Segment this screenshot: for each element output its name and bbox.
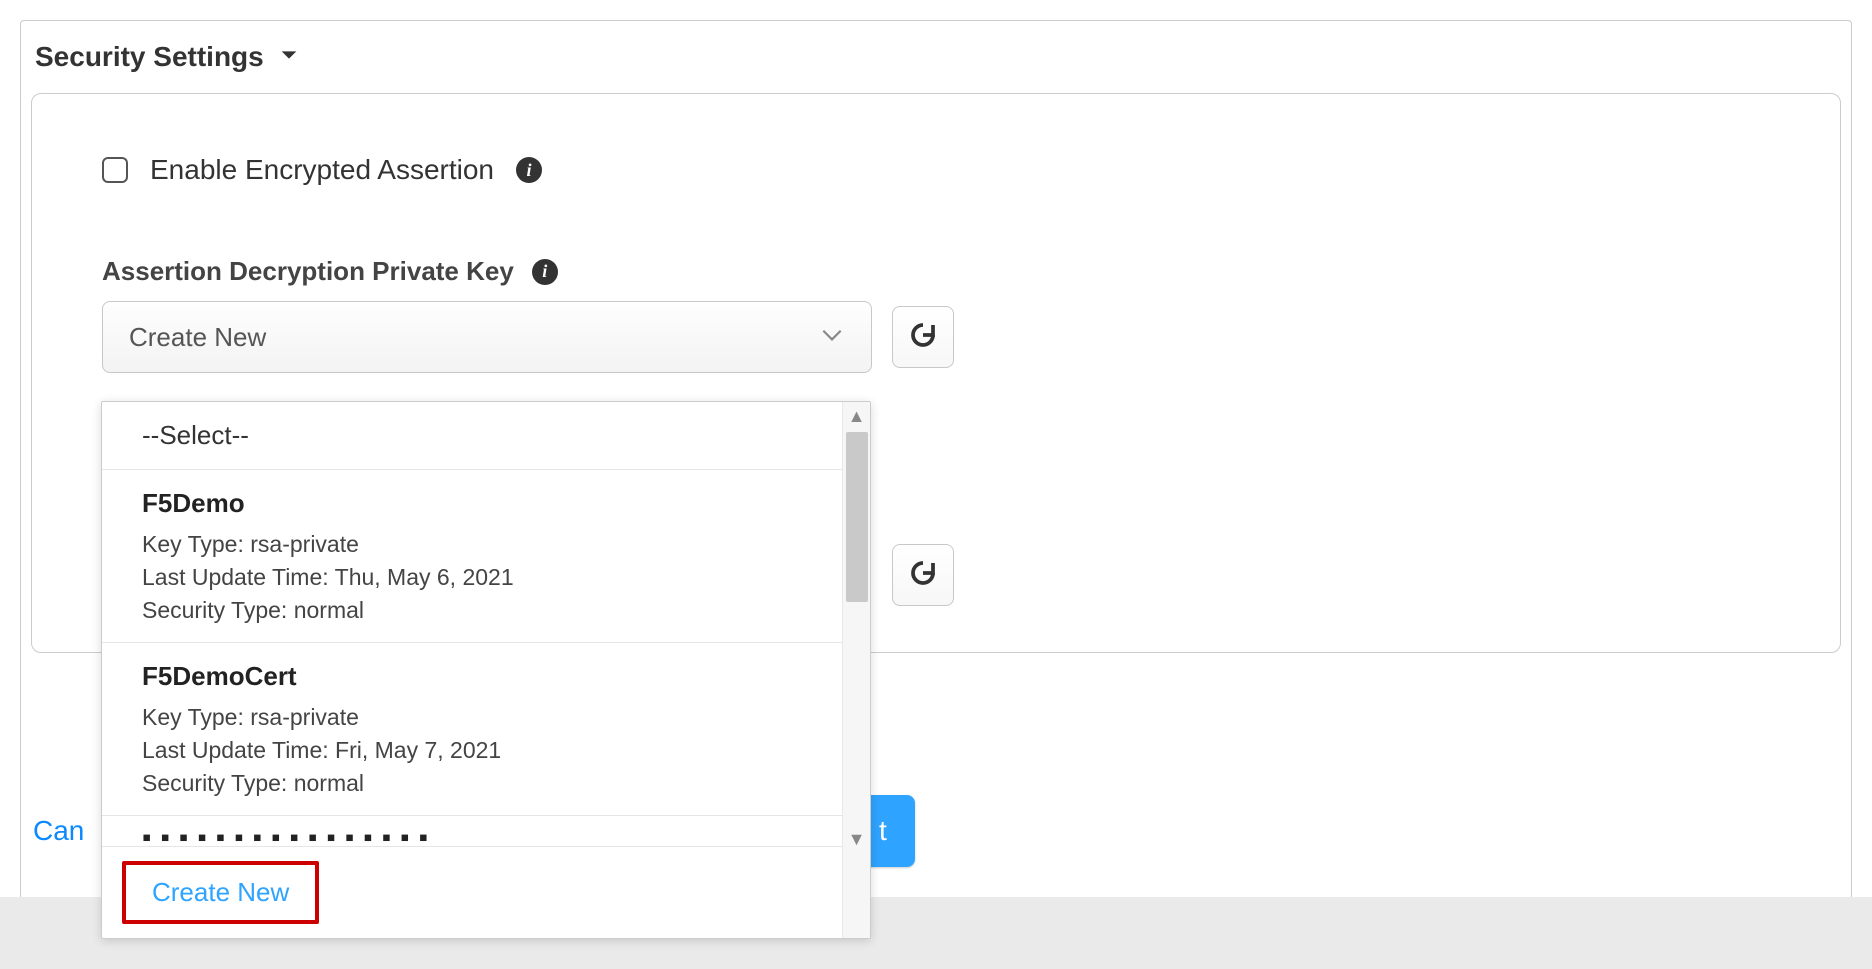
- dropdown-item-meta: Key Type: rsa-private: [142, 531, 802, 558]
- dropdown-item-meta: Last Update Time: Fri, May 7, 2021: [142, 737, 802, 764]
- dropdown-item-f5demo[interactable]: F5Demo Key Type: rsa-private Last Update…: [102, 470, 842, 643]
- caret-down-icon: [278, 41, 300, 73]
- dropdown-item-meta: Key Type: rsa-private: [142, 704, 802, 731]
- dropdown-item-f5democert[interactable]: F5DemoCert Key Type: rsa-private Last Up…: [102, 643, 842, 816]
- page-container: Security Settings Enable Encrypted Asser…: [20, 20, 1852, 900]
- info-icon[interactable]: i: [532, 259, 558, 285]
- scroll-thumb[interactable]: [846, 432, 868, 602]
- dropdown-scrollbar[interactable]: ▲ ▼: [842, 402, 870, 938]
- dropdown-list: --Select-- F5Demo Key Type: rsa-private …: [102, 402, 842, 938]
- enable-encrypted-assertion-row: Enable Encrypted Assertion i: [102, 154, 1780, 186]
- refresh-button[interactable]: [892, 306, 954, 368]
- scroll-down-icon[interactable]: ▼: [848, 829, 866, 850]
- info-icon[interactable]: i: [516, 157, 542, 183]
- assertion-key-label-row: Assertion Decryption Private Key i: [102, 256, 1780, 287]
- dropdown-item-meta: Security Type: normal: [142, 597, 802, 624]
- cancel-link[interactable]: Can: [33, 815, 84, 847]
- dropdown-footer: Create New: [102, 846, 842, 938]
- select-value: Create New: [129, 322, 266, 353]
- dropdown-item-name: F5DemoCert: [142, 661, 802, 692]
- section-title: Security Settings: [35, 41, 264, 73]
- enable-encrypted-assertion-label: Enable Encrypted Assertion: [150, 154, 494, 186]
- refresh-button-2[interactable]: [892, 544, 954, 606]
- dropdown-item-meta: Security Type: normal: [142, 770, 802, 797]
- dropdown-item-meta: Last Update Time: Thu, May 6, 2021: [142, 564, 802, 591]
- refresh-icon: [908, 320, 938, 355]
- enable-encrypted-assertion-checkbox[interactable]: [102, 157, 128, 183]
- chevron-down-icon: [819, 321, 845, 354]
- dropdown-item-partial[interactable]: ▪ ▪ ▪ ▪ ▪ ▪ ▪ ▪ ▪ ▪ ▪ ▪ ▪ ▪ ▪ ▪: [102, 816, 842, 846]
- dropdown-item-name: F5Demo: [142, 488, 802, 519]
- assertion-key-dropdown: --Select-- F5Demo Key Type: rsa-private …: [101, 401, 871, 939]
- assertion-key-select[interactable]: Create New: [102, 301, 872, 373]
- refresh-icon: [908, 558, 938, 593]
- dropdown-item-name: ▪ ▪ ▪ ▪ ▪ ▪ ▪ ▪ ▪ ▪ ▪ ▪ ▪ ▪ ▪ ▪: [142, 822, 802, 846]
- create-new-button[interactable]: Create New: [122, 861, 319, 924]
- assertion-key-label: Assertion Decryption Private Key: [102, 256, 514, 287]
- scroll-up-icon[interactable]: ▲: [848, 406, 866, 427]
- section-header[interactable]: Security Settings: [35, 41, 1841, 73]
- dropdown-placeholder[interactable]: --Select--: [102, 402, 842, 470]
- assertion-key-select-row: Create New: [102, 301, 1780, 373]
